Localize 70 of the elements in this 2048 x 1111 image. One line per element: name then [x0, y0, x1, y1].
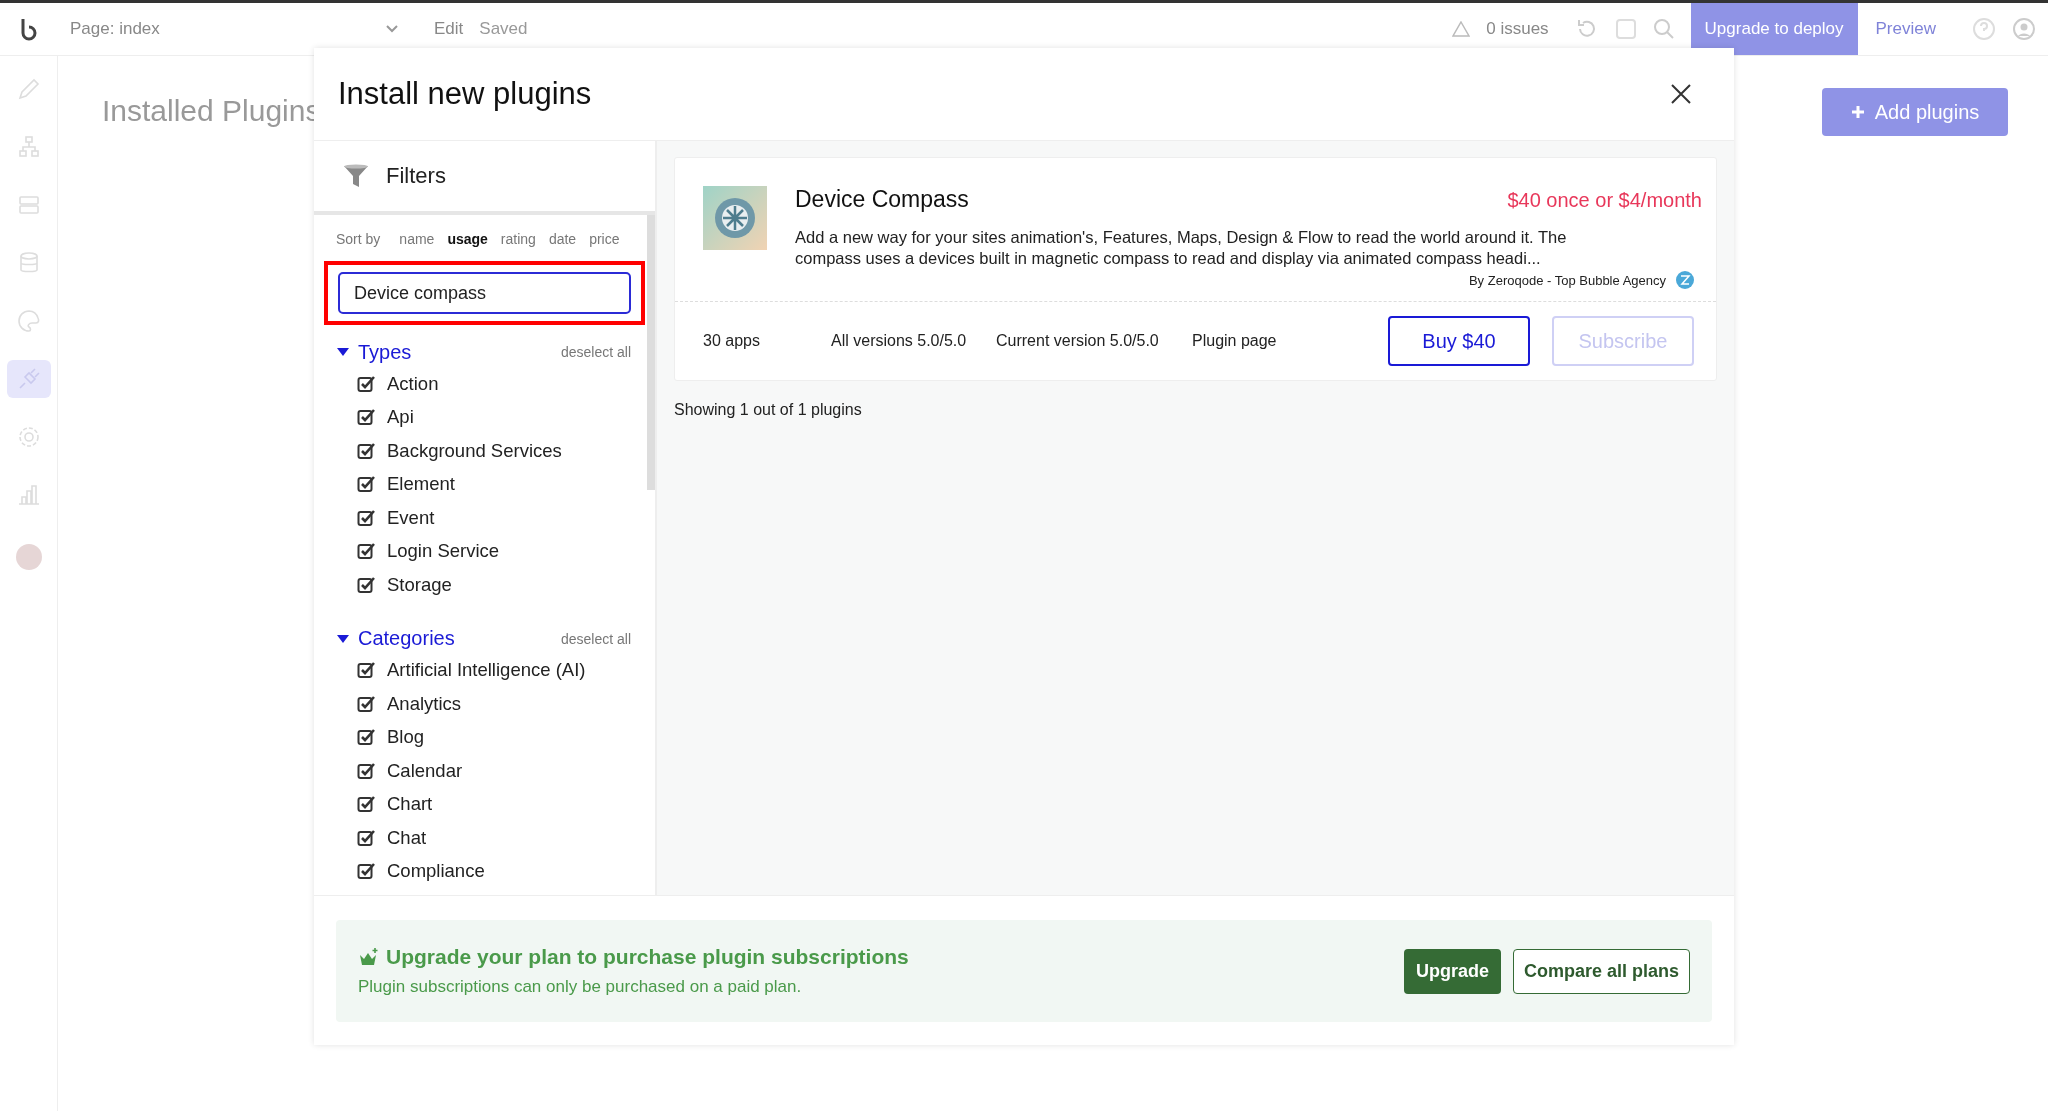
filter-option-label[interactable]: Api: [387, 406, 414, 429]
scrollbar[interactable]: [647, 215, 655, 490]
plus-icon: [1850, 105, 1865, 119]
checkbox[interactable]: [357, 475, 375, 494]
filter-group-title[interactable]: Categories: [358, 627, 553, 650]
checkbox[interactable]: [357, 408, 375, 427]
checkbox[interactable]: [357, 862, 375, 881]
sort-option[interactable]: name: [399, 231, 435, 247]
rating-all-versions: All versions 5.0/5.0: [831, 332, 968, 350]
checkbox[interactable]: [357, 441, 375, 460]
buy-button[interactable]: Buy $40: [1388, 316, 1530, 366]
dialog-title: Install new plugins: [338, 76, 592, 112]
filter-option-label[interactable]: Calendar: [387, 759, 463, 782]
checkbox[interactable]: [357, 374, 375, 393]
checkbox[interactable]: [357, 542, 375, 561]
caret-icon[interactable]: [336, 347, 350, 357]
sort-option[interactable]: price: [589, 231, 620, 247]
palette-icon: [15, 308, 42, 334]
warning-icon: [1452, 21, 1471, 37]
filter-option-label[interactable]: Element: [387, 473, 455, 496]
caret-icon[interactable]: [336, 633, 350, 644]
app-count: 30 apps: [703, 332, 761, 350]
checkbox[interactable]: [357, 795, 375, 814]
plugin-price: $40 once or $4/month: [1507, 189, 1702, 212]
results-summary: Showing 1 out of 1 plugins: [674, 401, 863, 419]
checkbox[interactable]: [357, 694, 375, 713]
sort-option[interactable]: date: [548, 231, 577, 247]
author-badge-icon: [1676, 271, 1694, 289]
filter-option-label[interactable]: Chart: [387, 793, 433, 816]
filter-option-label[interactable]: Artificial Intelligence (AI): [387, 659, 586, 682]
close-icon[interactable]: [1670, 83, 1692, 105]
filter-option-label[interactable]: Storage: [387, 573, 452, 596]
plugin-name[interactable]: Device Compass: [795, 186, 969, 213]
filter-option-label[interactable]: Blog: [387, 726, 425, 749]
plugin-description: Add a new way for your sites animation's, Features, Maps, Design & Flow to read the world around it. The compass uses a devices built in magnetic compass to read and display via animated compass headi...: [795, 227, 1568, 269]
checkbox[interactable]: [357, 661, 375, 680]
plugin-author: By Zeroqode - Top Bubble Agency: [1468, 272, 1666, 288]
compass-wheel-icon: [703, 186, 767, 250]
filters-title: Filters: [386, 163, 446, 189]
filter-group-title[interactable]: Types: [358, 340, 553, 364]
checkbox[interactable]: [357, 761, 375, 780]
plugin-page-link[interactable]: Plugin page: [1192, 332, 1277, 350]
upgrade-button[interactable]: Upgrade: [1403, 948, 1501, 994]
search-field[interactable]: Device compass: [338, 272, 631, 314]
checkbox[interactable]: [357, 575, 375, 594]
sort-label: Sort by: [336, 231, 381, 247]
checkbox[interactable]: [357, 828, 375, 847]
rating-current-version: Current version 5.0/5.0: [996, 332, 1160, 350]
saved-status: Saved: [479, 19, 528, 39]
filter-option-label[interactable]: Background Services: [387, 439, 562, 462]
filter-option-label[interactable]: Chat: [387, 826, 427, 849]
filter-option-label[interactable]: Analytics: [387, 692, 462, 715]
banner-title: Upgrade your plan to purchase plugin subscriptions: [386, 945, 909, 969]
page-selector[interactable]: Page: index: [70, 19, 370, 39]
sort-option[interactable]: usage: [447, 231, 488, 247]
compare-plans-button[interactable]: Compare all plans: [1512, 948, 1690, 994]
checkbox[interactable]: [357, 728, 375, 747]
edit-menu[interactable]: Edit: [434, 19, 464, 39]
filter-option-label[interactable]: Compliance: [387, 860, 485, 883]
filter-option-label[interactable]: Action: [387, 372, 439, 395]
funnel-icon: [342, 163, 370, 189]
banner-subtitle: Plugin subscriptions can only be purchased on a paid plan.: [358, 977, 803, 997]
crown-sparkle-icon: [358, 947, 380, 967]
issues-count[interactable]: 0 issues: [1486, 19, 1549, 39]
filter-option-label[interactable]: Login Service: [387, 540, 500, 563]
checkbox[interactable]: [357, 508, 375, 527]
deselect-all-link[interactable]: deselect all: [560, 344, 631, 360]
filter-option-label[interactable]: Event: [387, 506, 435, 529]
deselect-all-link[interactable]: deselect all: [560, 630, 631, 647]
sort-option[interactable]: rating: [500, 231, 536, 247]
